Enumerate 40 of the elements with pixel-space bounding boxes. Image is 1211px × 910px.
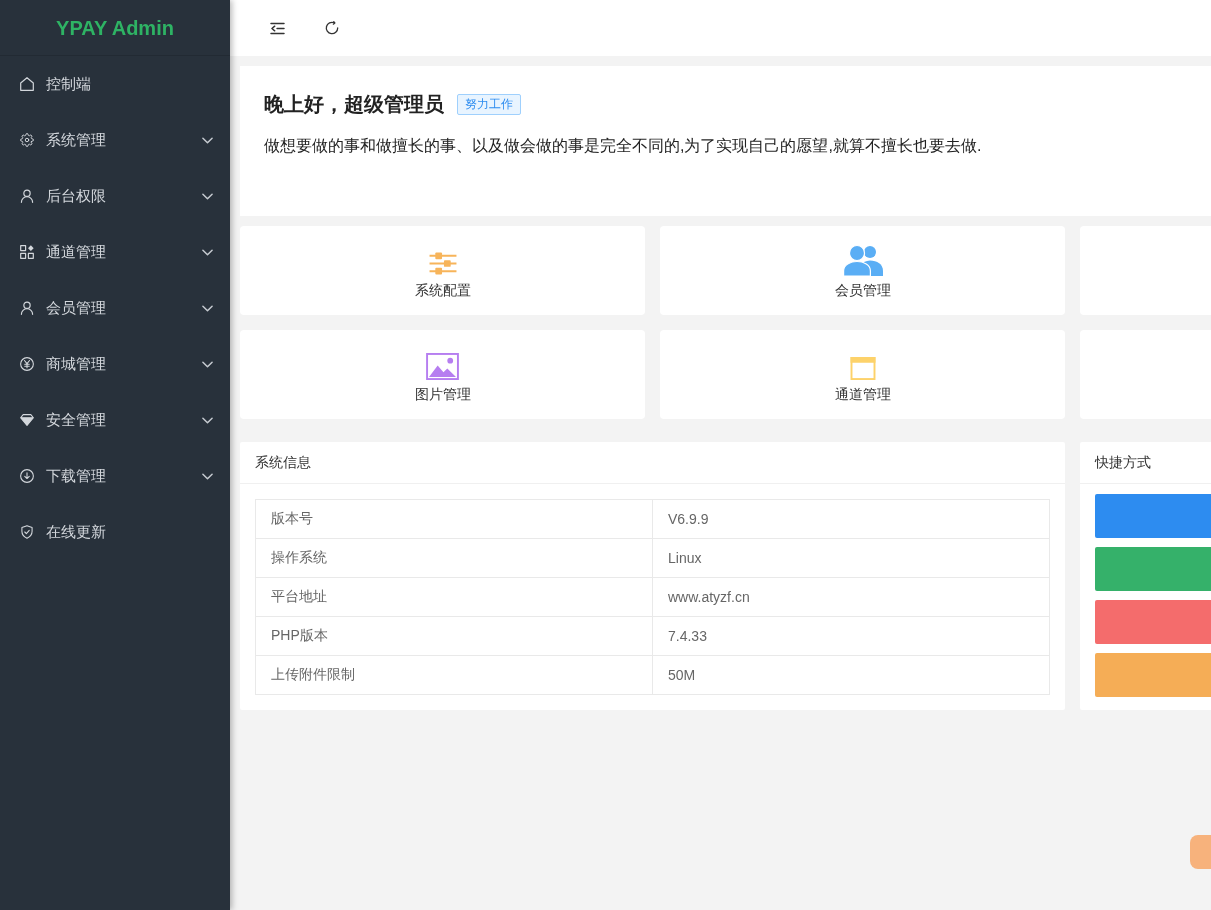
download-icon — [20, 469, 34, 483]
home-icon — [20, 77, 34, 91]
table-cell: 版本号 — [255, 499, 653, 539]
table-cell: V6.9.9 — [652, 499, 1050, 539]
gear-icon — [20, 133, 34, 147]
quick-link-card[interactable]: 系统配置 — [240, 226, 645, 315]
sidebar-item[interactable]: 下载管理 — [0, 448, 230, 504]
table-cell: PHP版本 — [255, 616, 653, 656]
sidebar-item[interactable]: 在线更新 — [0, 504, 230, 560]
quick-link-card[interactable]: 图片管理 — [240, 330, 645, 419]
table-cell: 操作系统 — [255, 538, 653, 578]
table-cell: Linux — [652, 538, 1050, 578]
sidebar-item[interactable]: 后台权限 — [0, 168, 230, 224]
logo-text: YPAY Admin — [56, 15, 174, 40]
sidebar-item[interactable]: 系统管理 — [0, 112, 230, 168]
table-cell: 7.4.33 — [652, 616, 1050, 656]
sidebar-item[interactable]: 通道管理 — [0, 224, 230, 280]
motto-text: 做想要做的事和做擅长的事、以及做会做的事是完全不同的,为了实现自己的愿望,就算不擅长也要去做. — [264, 136, 983, 156]
quick-link-card[interactable]: 会员管理 — [660, 226, 1065, 315]
table-cell: 50M — [652, 655, 1050, 695]
sidebar-item[interactable]: 会员管理 — [0, 280, 230, 336]
table-cell: 平台地址 — [255, 577, 653, 617]
table-cell: 上传附件限制 — [255, 655, 653, 695]
refresh-icon — [325, 21, 339, 35]
panel-title: 系统信息 — [255, 453, 311, 472]
table-cell: www.atyzf.cn — [652, 577, 1050, 617]
sidebar-item[interactable]: 商城管理 — [0, 336, 230, 392]
status-tag: 努力工作 — [457, 93, 521, 115]
user-icon — [20, 301, 34, 315]
diamond-icon — [20, 413, 34, 427]
shield-check-icon — [20, 525, 34, 539]
menu-fold-icon — [269, 21, 285, 35]
sidebar-item[interactable]: 控制端 — [0, 56, 230, 112]
yen-icon — [20, 357, 34, 371]
apps-icon — [20, 245, 34, 259]
greeting-title: 晚上好，超级管理员 — [264, 92, 444, 117]
panel-title: 快捷方式 — [1095, 453, 1151, 472]
quick-link-card[interactable]: 通道管理 — [660, 330, 1065, 419]
user-icon — [20, 189, 34, 203]
sidebar-item[interactable]: 安全管理 — [0, 392, 230, 448]
